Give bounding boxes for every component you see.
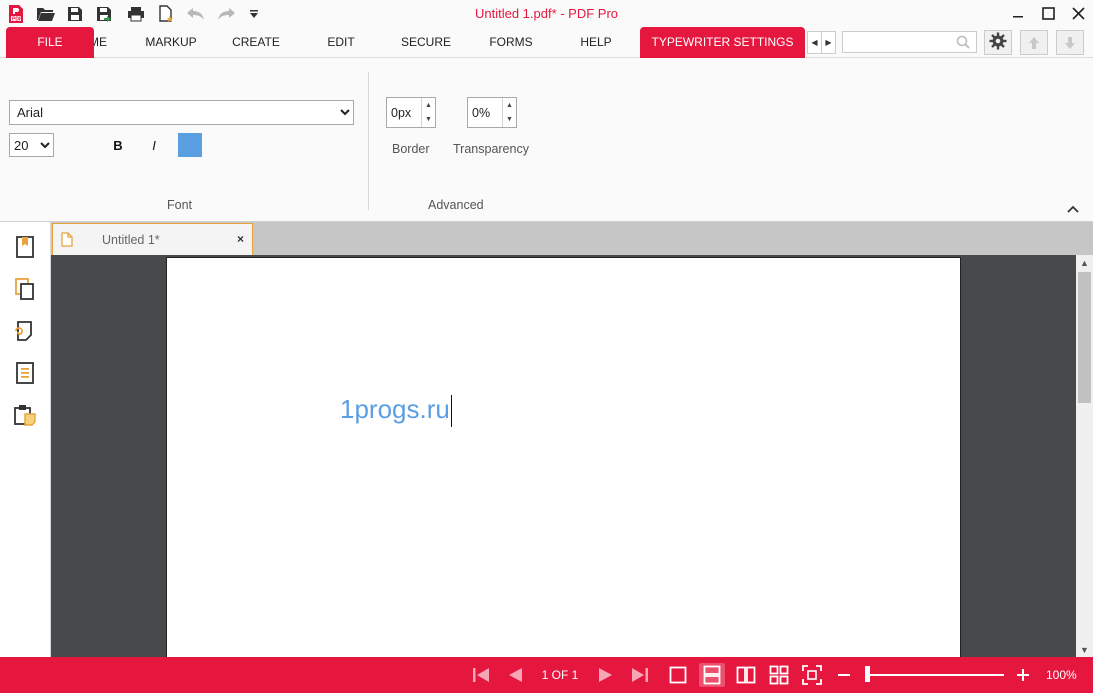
scroll-up-icon[interactable]: ▲ — [1076, 255, 1093, 270]
file-menu-button[interactable]: FILE — [6, 27, 94, 58]
transparency-label: Transparency — [453, 142, 529, 156]
zoom-level: 100% — [1046, 668, 1077, 682]
document-canvas: 1progs.ru — [51, 255, 1076, 657]
transparency-spinner: ▲ ▼ — [467, 97, 517, 128]
two-page-icon[interactable] — [733, 663, 759, 687]
advanced-group-label: Advanced — [428, 198, 484, 212]
left-sidebar — [0, 222, 51, 657]
clipboard-icon[interactable] — [13, 402, 37, 428]
tabs-scroll-right-icon[interactable]: ▶ — [821, 31, 836, 54]
prev-page-icon[interactable] — [502, 663, 528, 687]
border-decrement-icon[interactable]: ▼ — [422, 113, 435, 128]
first-page-icon[interactable] — [468, 663, 494, 687]
document-tabs: Untitled 1* × — [51, 222, 1093, 255]
minimize-icon[interactable] — [1003, 2, 1033, 24]
border-label: Border — [392, 142, 430, 156]
transparency-increment-icon[interactable]: ▲ — [503, 98, 516, 113]
redo-icon[interactable] — [213, 3, 239, 25]
document-list-icon[interactable] — [13, 360, 37, 386]
border-increment-icon[interactable]: ▲ — [422, 98, 435, 113]
tab-edit[interactable]: EDIT — [312, 27, 370, 58]
font-size-select[interactable]: 20 — [9, 133, 54, 157]
next-page-icon[interactable] — [593, 663, 619, 687]
arrow-up-icon[interactable] — [1020, 30, 1048, 55]
tab-create[interactable]: CREATE — [222, 27, 290, 58]
font-group-label: Font — [167, 198, 193, 212]
scroll-down-icon[interactable]: ▼ — [1076, 642, 1093, 657]
zoom-out-icon[interactable] — [831, 663, 857, 687]
settings-button[interactable] — [984, 30, 1012, 55]
bookmark-icon[interactable] — [13, 234, 37, 260]
fit-icon[interactable] — [799, 663, 825, 687]
print-icon[interactable] — [123, 3, 149, 25]
arrow-down-icon[interactable] — [1056, 30, 1084, 55]
page-indicator: 1 OF 1 — [541, 668, 579, 682]
document-tab-label: Untitled 1* — [102, 233, 160, 247]
new-icon[interactable] — [153, 3, 179, 25]
last-page-icon[interactable] — [627, 663, 653, 687]
collapse-ribbon-icon[interactable] — [1067, 202, 1079, 216]
typewriter-text-box[interactable]: 1progs.ru — [340, 394, 452, 428]
bold-button[interactable]: B — [107, 134, 129, 156]
search-icon[interactable] — [956, 35, 970, 52]
save-icon[interactable] — [62, 3, 88, 25]
pdf-page[interactable]: 1progs.ru — [166, 257, 961, 657]
pages-icon[interactable] — [13, 276, 37, 302]
svg-text:PDF: PDF — [12, 17, 22, 23]
tab-markup[interactable]: MARKUP — [136, 27, 206, 58]
continuous-icon[interactable] — [699, 663, 725, 687]
transparency-input[interactable] — [468, 98, 502, 127]
app-logo-icon[interactable]: PDF — [3, 3, 29, 25]
zoom-in-icon[interactable] — [1010, 663, 1036, 687]
tab-typewriter-settings[interactable]: TYPEWRITER SETTINGS — [640, 27, 805, 58]
maximize-icon[interactable] — [1033, 2, 1063, 24]
attachments-icon[interactable] — [13, 318, 37, 344]
close-icon[interactable] — [1063, 2, 1093, 24]
border-input[interactable] — [387, 98, 421, 127]
single-page-icon[interactable] — [665, 663, 691, 687]
tab-forms[interactable]: FORMS — [480, 27, 542, 58]
tab-secure[interactable]: SECURE — [394, 27, 458, 58]
save-as-icon[interactable] — [92, 3, 118, 25]
border-spinner: ▲ ▼ — [386, 97, 436, 128]
customize-icon[interactable] — [241, 3, 267, 25]
menu-bar: HOME FILE MARKUP CREATE EDIT SECURE FORM… — [0, 27, 1093, 58]
font-family-select[interactable]: Arial — [9, 100, 354, 125]
tabs-scroll-left-icon[interactable]: ◀ — [807, 31, 822, 54]
search-box — [842, 31, 977, 53]
open-icon[interactable] — [33, 3, 59, 25]
text-caret — [450, 395, 452, 428]
transparency-decrement-icon[interactable]: ▼ — [503, 113, 516, 128]
close-tab-icon[interactable]: × — [237, 232, 244, 246]
document-tab[interactable]: Untitled 1* × — [52, 223, 253, 255]
status-bar: 1 OF 1 100% — [0, 657, 1093, 693]
title-bar: PDF Untitled 1.pdf* - PDF Pro — [0, 0, 1093, 27]
scroll-thumb[interactable] — [1078, 272, 1091, 403]
group-divider — [368, 72, 369, 210]
vertical-scrollbar[interactable]: ▲ ▼ — [1076, 255, 1093, 657]
undo-icon[interactable] — [183, 3, 209, 25]
typed-text: 1progs.ru — [340, 394, 450, 424]
zoom-slider-thumb[interactable] — [865, 666, 870, 682]
search-input[interactable] — [843, 32, 953, 52]
ribbon-typewriter-settings: Arial 20 B I Font ▲ ▼ Border ▲ ▼ Transpa… — [0, 58, 1093, 222]
font-color-swatch[interactable] — [178, 133, 202, 157]
zoom-slider-track[interactable] — [868, 674, 1004, 676]
grid-icon[interactable] — [766, 663, 792, 687]
tab-help[interactable]: HELP — [571, 27, 621, 58]
italic-button[interactable]: I — [143, 134, 165, 156]
gear-icon — [989, 32, 1007, 53]
file-icon — [61, 232, 73, 250]
